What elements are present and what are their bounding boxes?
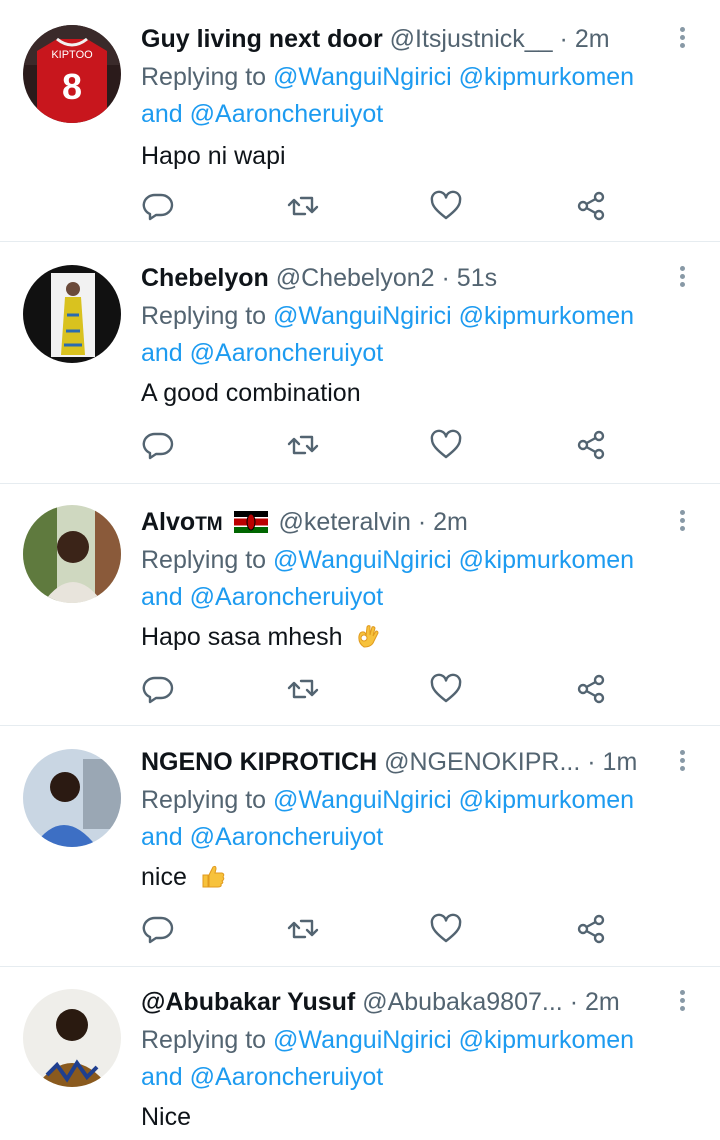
avatar-jersey-photo: KIPTOO 8 xyxy=(23,25,121,123)
kenya-flag-icon xyxy=(233,511,268,533)
tweet-reply[interactable]: Chebelyon @Chebelyon2 · 51s Replying to … xyxy=(0,261,720,481)
avatar[interactable] xyxy=(23,505,121,603)
more-vertical-icon[interactable] xyxy=(672,985,692,1019)
tweet-header: Chebelyon @Chebelyon2 · 51s xyxy=(141,261,661,295)
user-handle[interactable]: @Chebelyon2 xyxy=(276,264,435,292)
replying-to: Replying to @WanguiNgirici @kipmurkomen … xyxy=(141,302,635,367)
more-vertical-icon[interactable] xyxy=(672,505,692,539)
avatar[interactable] xyxy=(23,749,121,847)
name-suffix: TM xyxy=(195,514,223,535)
mention-link[interactable]: @Aaroncheruiyot xyxy=(190,100,384,128)
display-name[interactable]: Chebelyon xyxy=(141,264,269,292)
user-handle[interactable]: @Abubaka9807... xyxy=(362,988,563,1016)
tweet-reply[interactable]: KIPTOO 8 Guy living next door @Itsjustni… xyxy=(0,22,720,242)
timestamp[interactable]: · 2m xyxy=(560,25,610,53)
tweet-text: Nice xyxy=(141,1103,192,1131)
tweet-header: NGENO KIPROTICH @NGENOKIPR... · 1m xyxy=(141,745,661,779)
avatar[interactable] xyxy=(23,989,121,1087)
tweet-text: A good combination xyxy=(141,379,361,407)
divider xyxy=(0,483,720,484)
display-name[interactable]: @Abubakar Yusuf xyxy=(141,988,355,1016)
user-handle[interactable]: @Itsjustnick__ xyxy=(390,25,553,53)
retweet-icon[interactable] xyxy=(285,427,321,463)
replying-to: Replying to @WanguiNgirici @kipmurkomen … xyxy=(141,1026,635,1091)
retweet-icon[interactable] xyxy=(285,911,321,947)
share-icon[interactable] xyxy=(574,911,610,947)
mention-link[interactable]: @kipmurkomen xyxy=(459,302,634,330)
jersey-number: 8 xyxy=(62,66,82,107)
tweet-reply[interactable]: AlvoTM @keteralvin · 2m Replying to @Wan… xyxy=(0,505,720,725)
mention-link[interactable]: @Aaroncheruiyot xyxy=(190,1063,384,1091)
tweet-actions xyxy=(0,911,720,951)
tweet-reply[interactable]: NGENO KIPROTICH @NGENOKIPR... · 1m Reply… xyxy=(0,745,720,965)
retweet-icon[interactable] xyxy=(285,671,321,707)
heart-icon[interactable] xyxy=(428,427,464,463)
mention-link[interactable]: @kipmurkomen xyxy=(459,1026,634,1054)
reply-icon[interactable] xyxy=(140,188,176,224)
mention-link[interactable]: @WanguiNgirici xyxy=(273,786,452,814)
display-name[interactable]: Guy living next door xyxy=(141,25,383,53)
tweet-header: AlvoTM @keteralvin · 2m xyxy=(141,505,661,539)
mention-link[interactable]: @kipmurkomen xyxy=(459,786,634,814)
mention-link[interactable]: @Aaroncheruiyot xyxy=(190,583,384,611)
tweet-text: Hapo sasa mhesh xyxy=(141,620,381,654)
timestamp[interactable]: · 2m xyxy=(570,988,620,1016)
divider xyxy=(0,966,720,967)
avatar-man-blue-shirt-photo xyxy=(23,749,121,847)
divider xyxy=(0,241,720,242)
tweet-actions xyxy=(0,671,720,711)
display-name[interactable]: Alvo xyxy=(141,508,195,536)
more-vertical-icon[interactable] xyxy=(672,22,692,56)
user-handle[interactable]: @NGENOKIPR... xyxy=(384,748,580,776)
replying-to: Replying to @WanguiNgirici @kipmurkomen … xyxy=(141,786,635,851)
mention-link[interactable]: @WanguiNgirici xyxy=(273,302,452,330)
avatar-man-patterned-shirt-photo xyxy=(23,989,121,1087)
tweet-text: Hapo ni wapi xyxy=(141,142,286,170)
replying-to: Replying to @WanguiNgirici @kipmurkomen … xyxy=(141,63,635,128)
more-vertical-icon[interactable] xyxy=(672,745,692,779)
tweet-actions xyxy=(0,427,720,467)
avatar[interactable] xyxy=(23,265,121,363)
mention-link[interactable]: @kipmurkomen xyxy=(459,63,634,91)
reply-icon[interactable] xyxy=(140,671,176,707)
display-name[interactable]: NGENO KIPROTICH xyxy=(141,748,377,776)
tweet-actions xyxy=(0,188,720,228)
heart-icon[interactable] xyxy=(428,188,464,224)
more-vertical-icon[interactable] xyxy=(672,261,692,295)
tweet-text: nice xyxy=(141,860,226,894)
mention-link[interactable]: @WanguiNgirici xyxy=(273,63,452,91)
share-icon[interactable] xyxy=(574,671,610,707)
heart-icon[interactable] xyxy=(428,671,464,707)
ok-hand-emoji xyxy=(358,625,379,648)
timestamp[interactable]: · 51s xyxy=(442,264,498,292)
thumbs-up-emoji xyxy=(202,865,225,888)
mention-link[interactable]: @Aaroncheruiyot xyxy=(190,823,384,851)
mention-link[interactable]: @Aaroncheruiyot xyxy=(190,339,384,367)
mention-link[interactable]: @WanguiNgirici xyxy=(273,546,452,574)
replying-to: Replying to @WanguiNgirici @kipmurkomen … xyxy=(141,546,635,611)
jersey-text: KIPTOO xyxy=(51,49,93,61)
timestamp[interactable]: · 2m xyxy=(418,508,468,536)
retweet-icon[interactable] xyxy=(285,188,321,224)
share-icon[interactable] xyxy=(574,427,610,463)
heart-icon[interactable] xyxy=(428,911,464,947)
user-handle[interactable]: @keteralvin xyxy=(279,508,411,536)
mention-link[interactable]: @WanguiNgirici xyxy=(273,1026,452,1054)
avatar-man-outdoors-photo xyxy=(23,505,121,603)
avatar[interactable]: KIPTOO 8 xyxy=(23,25,121,123)
divider xyxy=(0,725,720,726)
avatar-woman-yellow-dress-photo xyxy=(23,265,121,363)
reply-icon[interactable] xyxy=(140,427,176,463)
tweet-header: Guy living next door @Itsjustnick__ · 2m xyxy=(141,22,661,56)
tweet-reply[interactable]: @Abubakar Yusuf @Abubaka9807... · 2m Rep… xyxy=(0,985,720,1140)
reply-icon[interactable] xyxy=(140,911,176,947)
tweet-header: @Abubakar Yusuf @Abubaka9807... · 2m xyxy=(141,985,661,1019)
timestamp[interactable]: · 1m xyxy=(587,748,637,776)
mention-link[interactable]: @kipmurkomen xyxy=(459,546,634,574)
share-icon[interactable] xyxy=(574,188,610,224)
